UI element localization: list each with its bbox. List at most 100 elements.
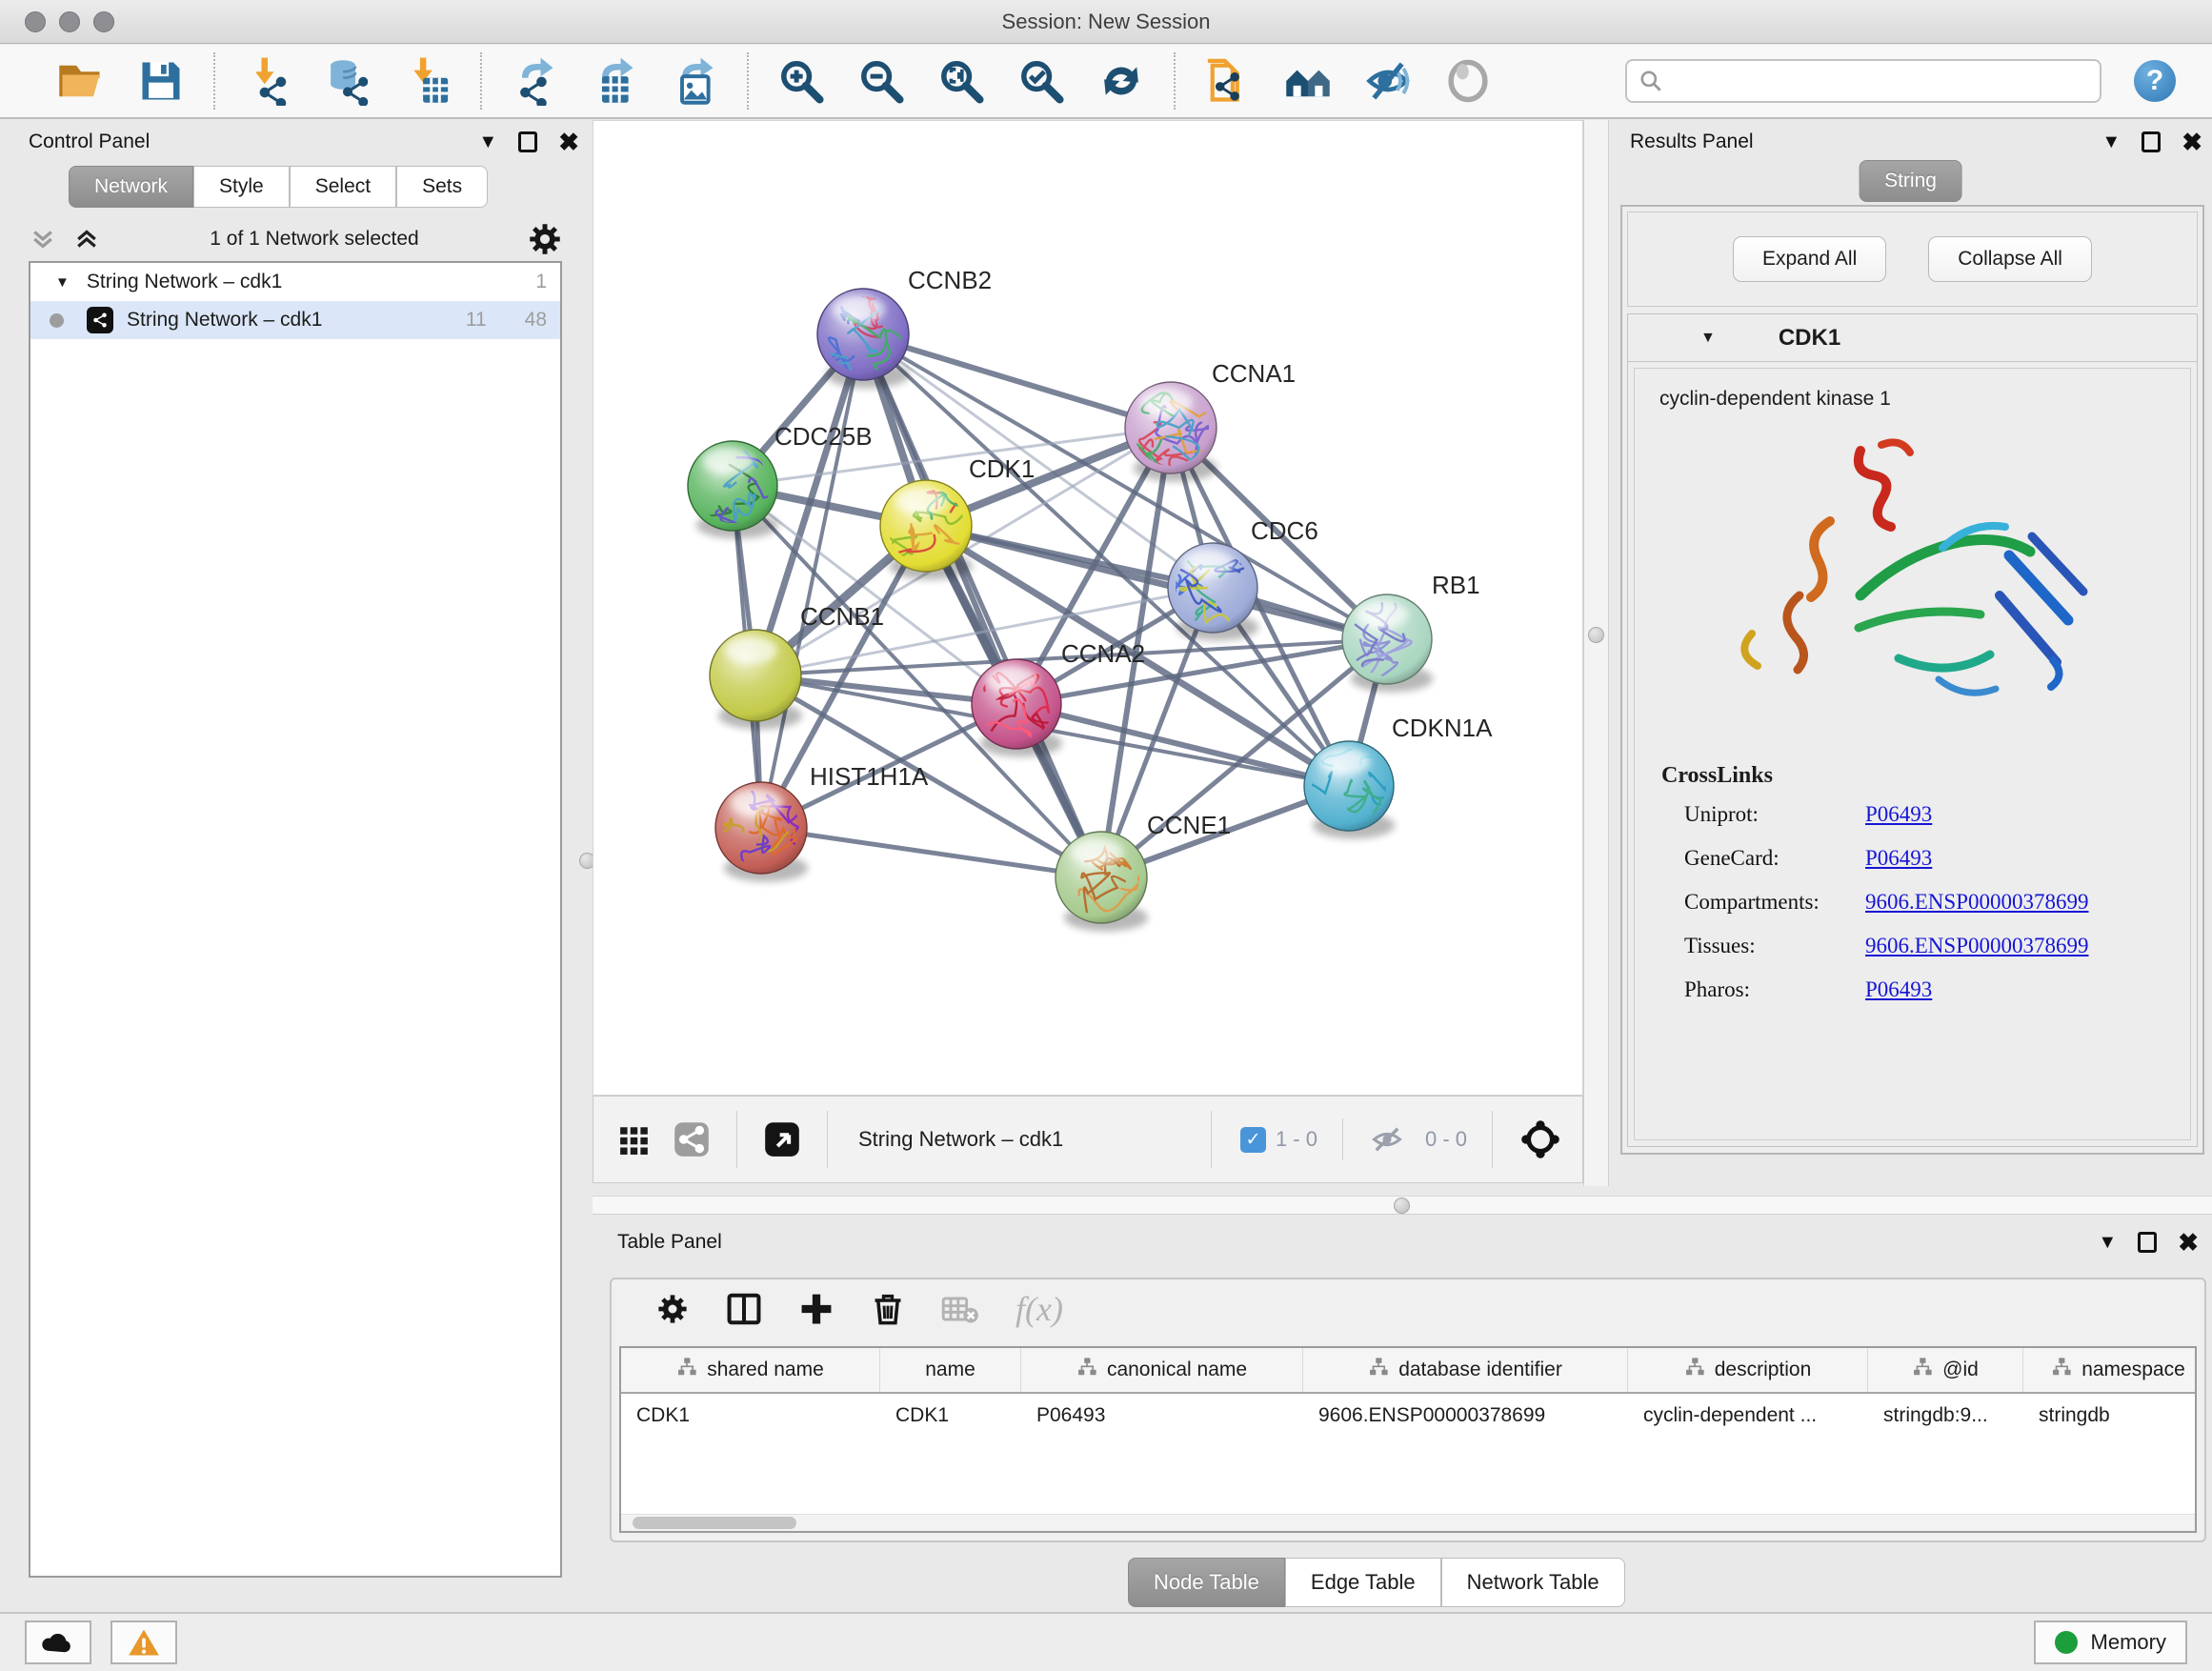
tab-style[interactable]: Style xyxy=(193,166,290,208)
table-h-scrollbar-thumb[interactable] xyxy=(633,1517,796,1529)
column-header-namespace[interactable]: namespace xyxy=(2023,1348,2197,1392)
protein-structure-image xyxy=(1718,433,2108,748)
table-panel-float-icon[interactable] xyxy=(2138,1232,2157,1253)
crosslink-label: Uniprot: xyxy=(1684,802,1865,827)
node-CCNB1[interactable] xyxy=(710,630,802,730)
save-session-icon[interactable] xyxy=(135,55,187,107)
collection-caret-icon[interactable]: ▼ xyxy=(55,274,70,291)
table-splitter-grip[interactable] xyxy=(1394,1198,1410,1214)
table-row[interactable]: CDK1CDK1P064939606.ENSP00000378699cyclin… xyxy=(621,1394,2195,1438)
add-column-icon[interactable] xyxy=(798,1291,835,1327)
table-panel-close-icon[interactable]: ✖ xyxy=(2178,1230,2199,1255)
gene-section-header[interactable]: ▼ CDK1 xyxy=(1628,314,2197,362)
warning-icon xyxy=(127,1627,161,1658)
table-h-scrollbar[interactable] xyxy=(621,1514,2195,1531)
open-session-icon[interactable] xyxy=(55,55,107,107)
edge-CCNB2-HIST1H1A[interactable] xyxy=(761,334,863,828)
expand-all-networks-icon[interactable] xyxy=(72,225,101,253)
node-CCNB2[interactable] xyxy=(817,280,915,389)
tab-node-table[interactable]: Node Table xyxy=(1128,1558,1285,1607)
crosslink-link[interactable]: P06493 xyxy=(1865,802,1932,827)
crosslink-link[interactable]: P06493 xyxy=(1865,846,1932,871)
column-header-sharedname[interactable]: shared name xyxy=(621,1348,880,1392)
node-RB1[interactable] xyxy=(1342,588,1433,693)
selected-nodes-checkbox-icon[interactable]: ✓ xyxy=(1240,1127,1266,1153)
column-header-id[interactable]: @id xyxy=(1868,1348,2023,1392)
crosslink-link[interactable]: 9606.ENSP00000378699 xyxy=(1865,934,2089,958)
warnings-button[interactable] xyxy=(111,1621,177,1664)
results-panel-menu-icon[interactable]: ▼ xyxy=(2101,132,2121,151)
node-CCNA1[interactable] xyxy=(1125,382,1243,482)
table-panel-menu-icon[interactable]: ▼ xyxy=(2098,1233,2117,1252)
string-view-icon[interactable] xyxy=(674,1121,710,1158)
zoom-fit-icon[interactable] xyxy=(935,55,987,107)
birds-eye-view-icon[interactable] xyxy=(764,1121,800,1158)
tab-sets[interactable]: Sets xyxy=(396,166,488,208)
title-bar: Session: New Session xyxy=(0,0,2212,44)
show-all-icon[interactable] xyxy=(1442,55,1494,107)
import-database-icon[interactable] xyxy=(322,55,373,107)
export-table-icon[interactable] xyxy=(589,55,640,107)
network-from-selection-icon[interactable] xyxy=(1202,55,1254,107)
column-header-name[interactable]: name xyxy=(880,1348,1021,1392)
zoom-out-icon[interactable] xyxy=(855,55,907,107)
grid-view-icon[interactable] xyxy=(618,1123,651,1156)
network-canvas[interactable]: CCNB2CCNA1CDC25BCDK1CDC6RB1CCNB1CCNA2CDK… xyxy=(593,120,1583,1096)
tab-select[interactable]: Select xyxy=(290,166,396,208)
cell-sharedname: CDK1 xyxy=(621,1404,880,1427)
results-panel-close-icon[interactable]: ✖ xyxy=(2182,130,2202,154)
node-CDC25B[interactable] xyxy=(677,441,789,538)
first-neighbors-icon[interactable] xyxy=(1282,55,1334,107)
window-controls[interactable] xyxy=(25,11,114,32)
column-header-description[interactable]: description xyxy=(1628,1348,1868,1392)
edge-CCNB2-CCNA1[interactable] xyxy=(863,334,1171,428)
cloud-button[interactable] xyxy=(25,1621,91,1664)
results-panel-float-icon[interactable] xyxy=(2142,131,2161,152)
network-row[interactable]: String Network – cdk1 11 48 xyxy=(30,301,560,339)
crosslink-link[interactable]: P06493 xyxy=(1865,977,1932,1002)
help-icon[interactable]: ? xyxy=(2134,60,2176,102)
column-label: @id xyxy=(1942,1359,1979,1381)
column-header-canonicalname[interactable]: canonical name xyxy=(1021,1348,1303,1392)
close-window-icon[interactable] xyxy=(25,11,46,32)
column-header-databaseidentifier[interactable]: database identifier xyxy=(1303,1348,1628,1392)
crosslink-link[interactable]: 9606.ENSP00000378699 xyxy=(1865,890,2089,915)
export-network-icon[interactable] xyxy=(509,55,560,107)
results-splitter-grip[interactable] xyxy=(1588,627,1604,643)
zoom-window-icon[interactable] xyxy=(93,11,114,32)
zoom-in-icon[interactable] xyxy=(775,55,827,107)
apply-layout-icon[interactable] xyxy=(1096,55,1147,107)
results-splitter[interactable] xyxy=(1583,120,1609,1186)
zoom-selected-icon[interactable] xyxy=(1016,55,1067,107)
tab-edge-table[interactable]: Edge Table xyxy=(1285,1558,1441,1607)
control-panel-float-icon[interactable] xyxy=(518,131,537,152)
search-input[interactable] xyxy=(1671,70,2088,92)
table-options-gear-icon[interactable] xyxy=(655,1292,690,1326)
hide-selected-icon[interactable] xyxy=(1362,55,1414,107)
export-image-icon[interactable] xyxy=(669,55,720,107)
hidden-count: 0 - 0 xyxy=(1425,1127,1467,1152)
gene-caret-icon[interactable]: ▼ xyxy=(1700,330,1716,347)
expand-all-button[interactable]: Expand All xyxy=(1733,236,1886,282)
delete-column-trash-icon[interactable] xyxy=(871,1292,905,1326)
network-collection-row[interactable]: ▼ String Network – cdk1 1 xyxy=(30,263,560,301)
pan-crosshair-icon[interactable] xyxy=(1519,1118,1561,1160)
node-HIST1H1A[interactable] xyxy=(694,782,816,882)
network-options-gear-icon[interactable] xyxy=(528,222,562,256)
node-table[interactable]: shared namename canonical name database … xyxy=(619,1346,2197,1533)
show-columns-icon[interactable] xyxy=(726,1291,762,1327)
tab-network[interactable]: Network xyxy=(69,166,193,208)
import-table-icon[interactable] xyxy=(402,55,453,107)
tab-string[interactable]: String xyxy=(1859,160,1962,202)
edge-HIST1H1A-CCNE1[interactable] xyxy=(761,828,1101,877)
memory-button[interactable]: Memory xyxy=(2034,1621,2187,1664)
tab-network-table[interactable]: Network Table xyxy=(1441,1558,1625,1607)
control-panel-close-icon[interactable]: ✖ xyxy=(558,130,579,154)
import-network-icon[interactable] xyxy=(242,55,293,107)
control-panel-menu-icon[interactable]: ▼ xyxy=(478,132,497,151)
collapse-all-button[interactable]: Collapse All xyxy=(1928,236,2092,282)
search-box[interactable] xyxy=(1625,59,2101,103)
minimize-window-icon[interactable] xyxy=(59,11,80,32)
edge-CCNB2-CCNE1[interactable] xyxy=(863,334,1101,877)
collapse-all-networks-icon[interactable] xyxy=(29,225,57,253)
